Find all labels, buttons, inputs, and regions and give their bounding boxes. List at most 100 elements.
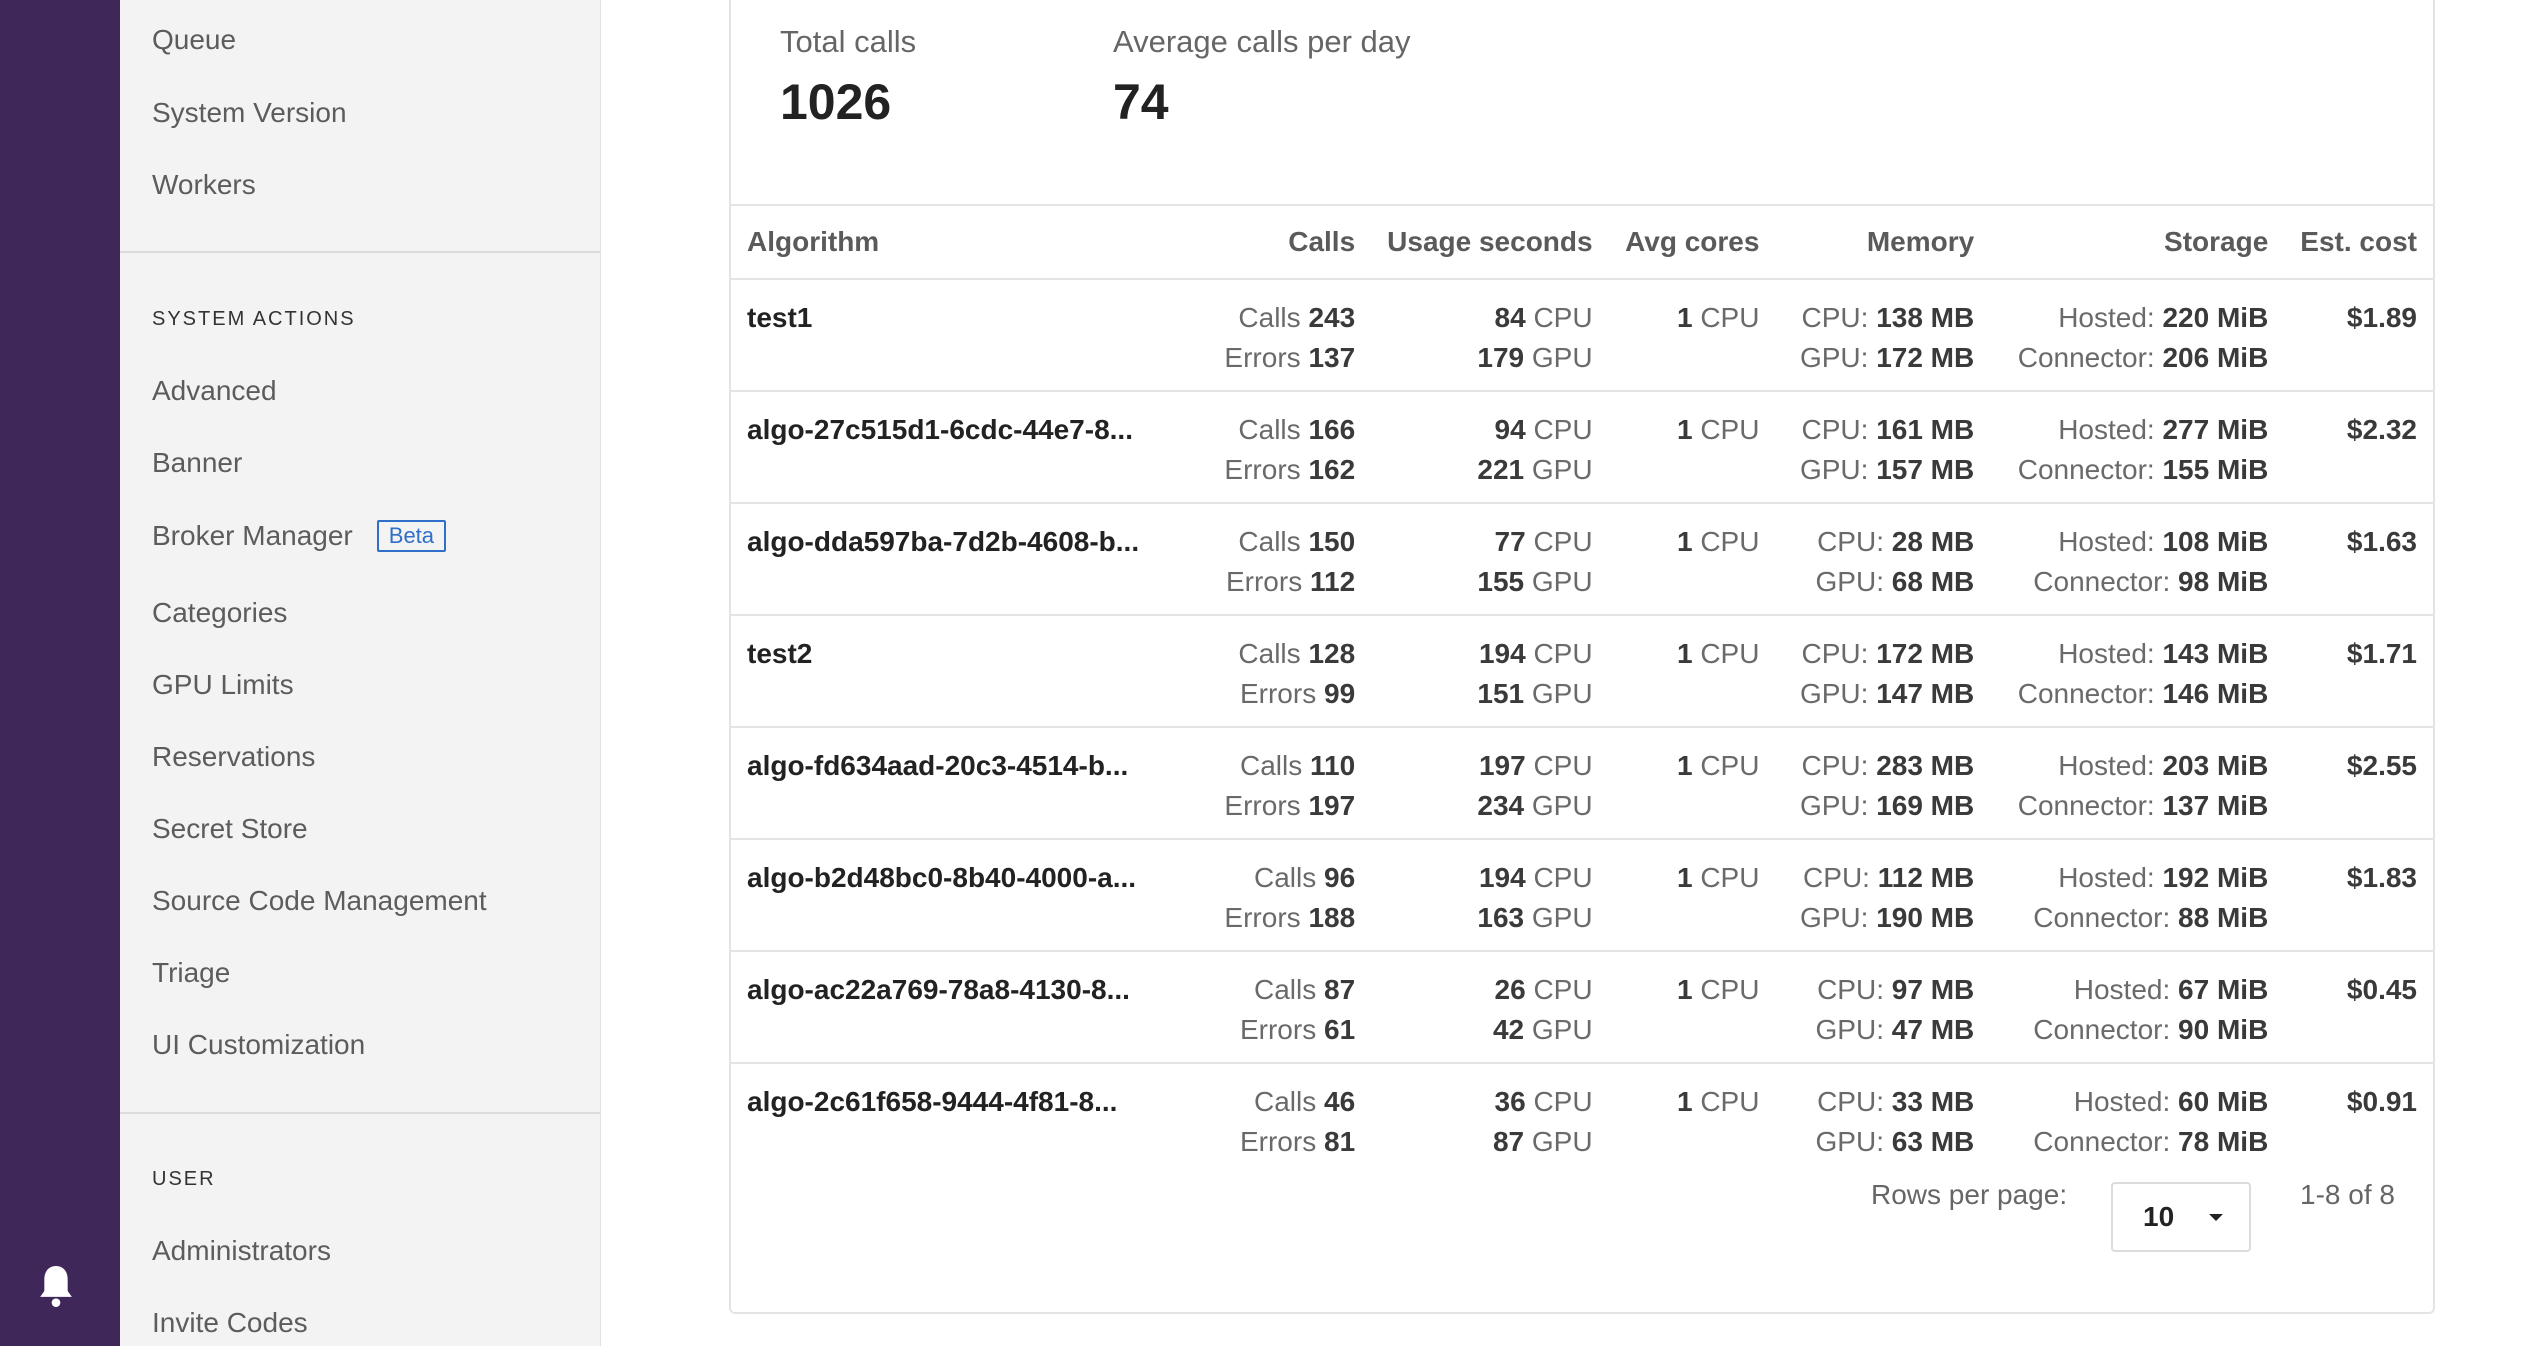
table-row[interactable]: algo-ac22a769-78a8-4130-8... Calls 87 Erro… [731,951,2433,1064]
sidebar-item-reservations[interactable]: Reservations [152,739,315,775]
table-row[interactable]: algo-fd634aad-20c3-4514-b... Calls 110 Err… [731,727,2433,840]
cell-memory: CPU: 283 MB GPU: 169 MB [1775,727,1991,840]
column-header-calls[interactable]: Calls [1185,206,1372,280]
sidebar-item-secret-store[interactable]: Secret Store [152,811,308,847]
column-header-avg-cores[interactable]: Avg cores [1608,206,1776,280]
cell-line: GPU: 63 MB [1791,1122,1975,1162]
table-row[interactable]: algo-dda597ba-7d2b-4608-b... Calls 150 Err… [731,503,2433,616]
table-row[interactable]: test1 Calls 243 Errors 137 84 CPU 179 GPU 1 C… [731,279,2433,392]
cpu-memory-label: CPU: [1817,1086,1884,1117]
gpu-seconds-value: 179 [1477,342,1525,373]
hosted-label: Hosted: [2073,974,2171,1005]
cell-avg-cores: 1 CPU [1609,1063,1776,1175]
calls-value: 128 [1308,638,1356,669]
cell-line: Hosted: 67 MiB [2006,970,2269,1010]
connector-label: Connector: [2017,790,2155,821]
sidebar-item-administrators[interactable]: Administrators [152,1233,331,1269]
column-header-usage-seconds[interactable]: Usage seconds [1371,206,1609,280]
table-row[interactable]: test2 Calls 128 Errors 99 194 CPU 151 GPU 1 C… [731,615,2433,728]
hosted-value: 67 MiB [2178,974,2269,1005]
errors-label: Errors [1224,902,1301,933]
sidebar-item-source-code-management[interactable]: Source Code Management [152,883,487,919]
sidebar-item-advanced[interactable]: Advanced [152,373,277,409]
table-row[interactable]: algo-2c61f658-9444-4f81-8... Calls 46 Erro… [731,1063,2433,1175]
cell-storage: Hosted: 203 MiB Connector: 137 MiB [1990,727,2285,840]
hosted-value: 60 MiB [2178,1086,2269,1117]
cell-algorithm[interactable]: algo-ac22a769-78a8-4130-8... [731,951,1186,1064]
column-header-est-cost[interactable]: Est. cost [2284,206,2433,280]
cell-algorithm[interactable]: algo-fd634aad-20c3-4514-b... [731,727,1186,840]
est-cost-value: $0.91 [2346,1086,2417,1117]
cpu-unit: CPU [1700,414,1760,445]
hosted-value: 192 MiB [2162,862,2269,893]
hosted-value: 143 MiB [2162,638,2269,669]
gpu-memory-value: 157 MB [1876,454,1975,485]
cell-calls: Calls 46 Errors 81 [1185,1063,1371,1175]
cell-algorithm[interactable]: test1 [731,279,1186,392]
cell-line: CPU: 33 MB [1791,1082,1974,1122]
avg-calls-value: 74 [1113,74,1169,130]
sidebar-item-broker-manager[interactable]: Broker Manager Beta [152,518,447,554]
column-header-storage[interactable]: Storage [1990,206,2285,280]
hosted-value: 203 MiB [2162,750,2269,781]
cell-line: Errors 137 [1201,338,1355,378]
table-row[interactable]: algo-27c515d1-6cdc-44e7-8... Calls 166 Err… [731,391,2433,504]
cell-est-cost: $0.91 [2284,1063,2433,1175]
sidebar-item-triage[interactable]: Triage [152,955,230,991]
cell-algorithm[interactable]: algo-2c61f658-9444-4f81-8... [731,1063,1185,1175]
sidebar-item-system-version[interactable]: System Version [152,95,347,131]
gpu-seconds-value: 234 [1477,790,1525,821]
calls-label: Calls [1253,974,1317,1005]
cell-storage: Hosted: 220 MiB Connector: 206 MiB [1990,279,2285,392]
cpu-memory-value: 97 MB [1891,974,1975,1005]
errors-label: Errors [1239,678,1317,709]
cell-line: 36 CPU [1387,1082,1593,1122]
avg-calls-label: Average calls per day [1113,24,1411,59]
gpu-unit: GPU [1531,454,1593,485]
table-header-row: Algorithm Calls Usage seconds Avg cores … [731,206,2433,280]
gpu-unit: GPU [1531,790,1593,821]
cpu-memory-label: CPU: [1803,862,1870,893]
sidebar-item-ui-customization[interactable]: UI Customization [152,1027,365,1063]
cell-algorithm[interactable]: algo-b2d48bc0-8b40-4000-a... [731,839,1186,952]
cpu-seconds-value: 194 [1478,862,1526,893]
cell-algorithm[interactable]: algo-27c515d1-6cdc-44e7-8... [731,391,1186,504]
est-cost-value: $2.55 [2346,750,2417,781]
user-heading: USER [152,1168,216,1190]
cell-usage-seconds: 77 CPU 155 GPU [1371,503,1609,616]
cell-line: Connector: 78 MiB [2006,1122,2268,1162]
sidebar-item-categories[interactable]: Categories [152,595,287,631]
calls-label: Calls [1238,414,1301,445]
cell-line: Calls 128 [1201,634,1355,674]
sidebar-item-banner[interactable]: Banner [152,445,242,481]
column-header-memory[interactable]: Memory [1775,206,1991,280]
cell-algorithm[interactable]: algo-dda597ba-7d2b-4608-b... [731,503,1186,616]
cell-line: 1 CPU [1625,1082,1759,1122]
cell-line: Calls 110 [1201,746,1355,786]
bell-icon[interactable] [36,1262,76,1310]
column-header-algorithm[interactable]: Algorithm [731,206,1186,280]
cpu-unit: CPU [1533,862,1593,893]
cpu-unit: CPU [1700,526,1760,557]
cell-memory: CPU: 33 MB GPU: 63 MB [1775,1063,1990,1175]
errors-value: 81 [1324,1126,1356,1157]
sidebar-item-workers[interactable]: Workers [152,167,256,203]
table-row[interactable]: algo-b2d48bc0-8b40-4000-a... Calls 96 Erro… [731,839,2433,952]
sidebar-item-invite-codes[interactable]: Invite Codes [152,1305,308,1341]
cell-algorithm[interactable]: test2 [731,615,1186,728]
gpu-memory-label: GPU: [1799,790,1869,821]
cpu-unit: CPU [1700,750,1760,781]
gpu-seconds-value: 87 [1492,1126,1525,1157]
cell-storage: Hosted: 60 MiB Connector: 78 MiB [1990,1063,2284,1175]
sidebar-item-gpu-limits[interactable]: GPU Limits [152,667,294,703]
cell-line: Calls 243 [1201,298,1355,338]
sidebar-item-queue[interactable]: Queue [152,22,236,58]
rows-per-page-select[interactable]: 10 [2111,1182,2251,1252]
cpu-memory-label: CPU: [1801,302,1869,333]
cell-line: GPU: 147 MB [1791,674,1974,714]
hosted-label: Hosted: [2058,638,2155,669]
cell-avg-cores: 1 CPU [1608,839,1776,952]
cell-usage-seconds: 194 CPU 151 GPU [1371,615,1609,728]
gpu-seconds-value: 155 [1477,566,1525,597]
sidebar-divider [120,251,600,253]
